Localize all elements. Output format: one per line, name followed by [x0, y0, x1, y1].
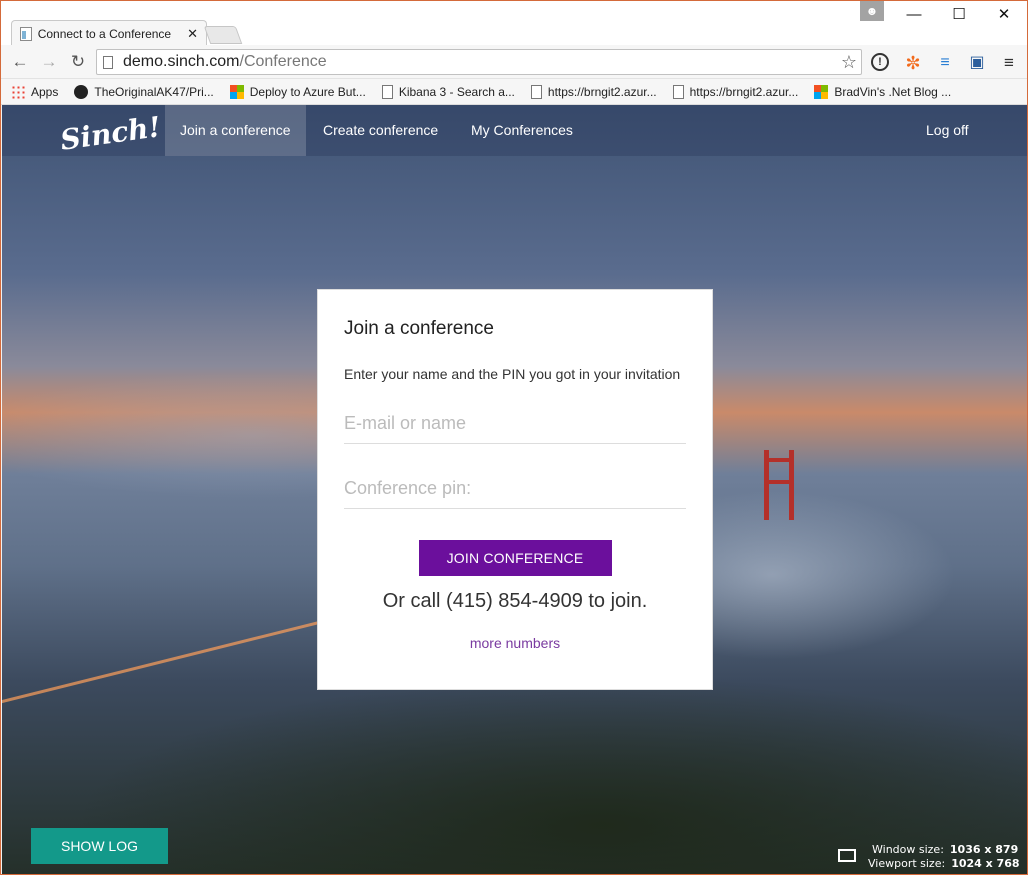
bookmark-label: TheOriginalAK47/Pri...	[94, 84, 214, 99]
nav-log-off[interactable]: Log off	[911, 105, 984, 156]
site-navbar: Sinch! Join a conference Create conferen…	[2, 105, 1027, 157]
viewport-size-label: Viewport size:	[868, 857, 946, 870]
bookmark-label: https://brngit2.azur...	[689, 84, 799, 99]
page-icon	[103, 55, 113, 69]
background-bridge	[764, 450, 794, 520]
pin-input[interactable]	[344, 469, 686, 509]
menu-icon[interactable]: ≡	[999, 53, 1019, 73]
card-title: Join a conference	[344, 318, 494, 339]
layers-extension-icon[interactable]: ≡	[935, 53, 955, 73]
microsoft-icon	[814, 84, 829, 99]
join-conference-card: Join a conference Enter your name and th…	[317, 289, 713, 690]
join-conference-button[interactable]: JOIN CONFERENCE	[418, 540, 612, 576]
call-in-text: Or call (415) 854-4909 to join.	[382, 590, 648, 612]
bookmark-label: BradVin's .Net Blog ...	[834, 84, 952, 99]
orange-extension-icon[interactable]: ✼	[903, 53, 923, 73]
tab-strip: Connect to a Conference ✕ ☻ — ☐ ✕	[1, 1, 1027, 46]
bookmark-apps[interactable]: Apps	[11, 84, 59, 99]
viewport-size-value: 1024 x 768	[951, 857, 1020, 870]
microsoft-icon	[229, 84, 244, 99]
bookmark-star-icon[interactable]: ☆	[841, 52, 857, 73]
browser-toolbar: ← → ↻ demo.sinch.com /Conference ☆ ! ✼ ≡…	[1, 45, 1027, 79]
page-icon	[530, 84, 542, 99]
url-path: /Conference	[239, 53, 327, 70]
bookmark-label: https://brngit2.azur...	[547, 84, 657, 99]
bookmark-label: Kibana 3 - Search a...	[398, 84, 515, 99]
address-bar[interactable]: demo.sinch.com /Conference ☆	[96, 49, 862, 75]
nav-join-conference[interactable]: Join a conference	[165, 105, 306, 156]
bookmark-deploy-azure[interactable]: Deploy to Azure But...	[229, 84, 366, 99]
bookmark-bradvin[interactable]: BradVin's .Net Blog ...	[814, 84, 952, 99]
bookmark-brngit2-1[interactable]: https://brngit2.azur...	[530, 84, 657, 99]
window-size-label: Window size:	[872, 843, 944, 856]
browser-tab[interactable]: Connect to a Conference ✕	[11, 20, 207, 46]
bookmark-brngit2-2[interactable]: https://brngit2.azur...	[672, 84, 799, 99]
profile-icon[interactable]: ☻	[860, 1, 884, 21]
minimize-button[interactable]: —	[899, 5, 929, 25]
card-instructions: Enter your name and the PIN you got in y…	[344, 366, 681, 382]
url-host: demo.sinch.com	[123, 53, 240, 70]
bookmark-label: Apps	[31, 84, 59, 99]
bookmark-label: Deploy to Azure But...	[249, 84, 366, 99]
tab-title: Connect to a Conference	[37, 26, 172, 41]
apps-icon	[11, 84, 25, 99]
viewport-size-row: Viewport size: 1024 x 768	[868, 857, 1020, 870]
window-size-value: 1036 x 879	[949, 843, 1019, 856]
maximize-button[interactable]: ☐	[944, 5, 974, 25]
info-extension-icon[interactable]: !	[871, 53, 889, 71]
new-tab-button[interactable]	[203, 26, 243, 44]
nav-my-conferences[interactable]: My Conferences	[456, 105, 588, 156]
window-resizer-icon[interactable]: ▣	[967, 53, 987, 73]
monitor-icon	[838, 849, 856, 862]
reload-icon[interactable]: ↻	[67, 51, 89, 73]
bookmarks-bar: Apps TheOriginalAK47/Pri... Deploy to Az…	[1, 79, 1027, 105]
tab-close-icon[interactable]: ✕	[187, 26, 198, 42]
github-icon	[74, 84, 89, 99]
bookmark-github[interactable]: TheOriginalAK47/Pri...	[74, 84, 214, 99]
page-favicon-icon	[20, 26, 32, 41]
close-window-button[interactable]: ✕	[989, 5, 1019, 25]
more-numbers-link[interactable]: more numbers	[344, 635, 686, 651]
show-log-button[interactable]: SHOW LOG	[31, 828, 168, 864]
name-input[interactable]	[344, 404, 686, 444]
page-viewport: Sinch! Join a conference Create conferen…	[2, 105, 1027, 874]
window-size-row: Window size: 1036 x 879	[872, 843, 1018, 856]
forward-arrow-icon[interactable]: →	[38, 51, 60, 73]
window-size-overlay: Window size: 1036 x 879 Viewport size: 102…	[838, 841, 1020, 873]
sinch-logo[interactable]: Sinch!	[58, 110, 163, 157]
nav-create-conference[interactable]: Create conference	[308, 105, 453, 156]
back-arrow-icon[interactable]: ←	[9, 51, 31, 73]
page-icon	[672, 84, 684, 99]
page-icon	[381, 84, 393, 99]
bookmark-kibana[interactable]: Kibana 3 - Search a...	[381, 84, 515, 99]
browser-window: Connect to a Conference ✕ ☻ — ☐ ✕ ← → ↻ …	[0, 0, 1028, 875]
